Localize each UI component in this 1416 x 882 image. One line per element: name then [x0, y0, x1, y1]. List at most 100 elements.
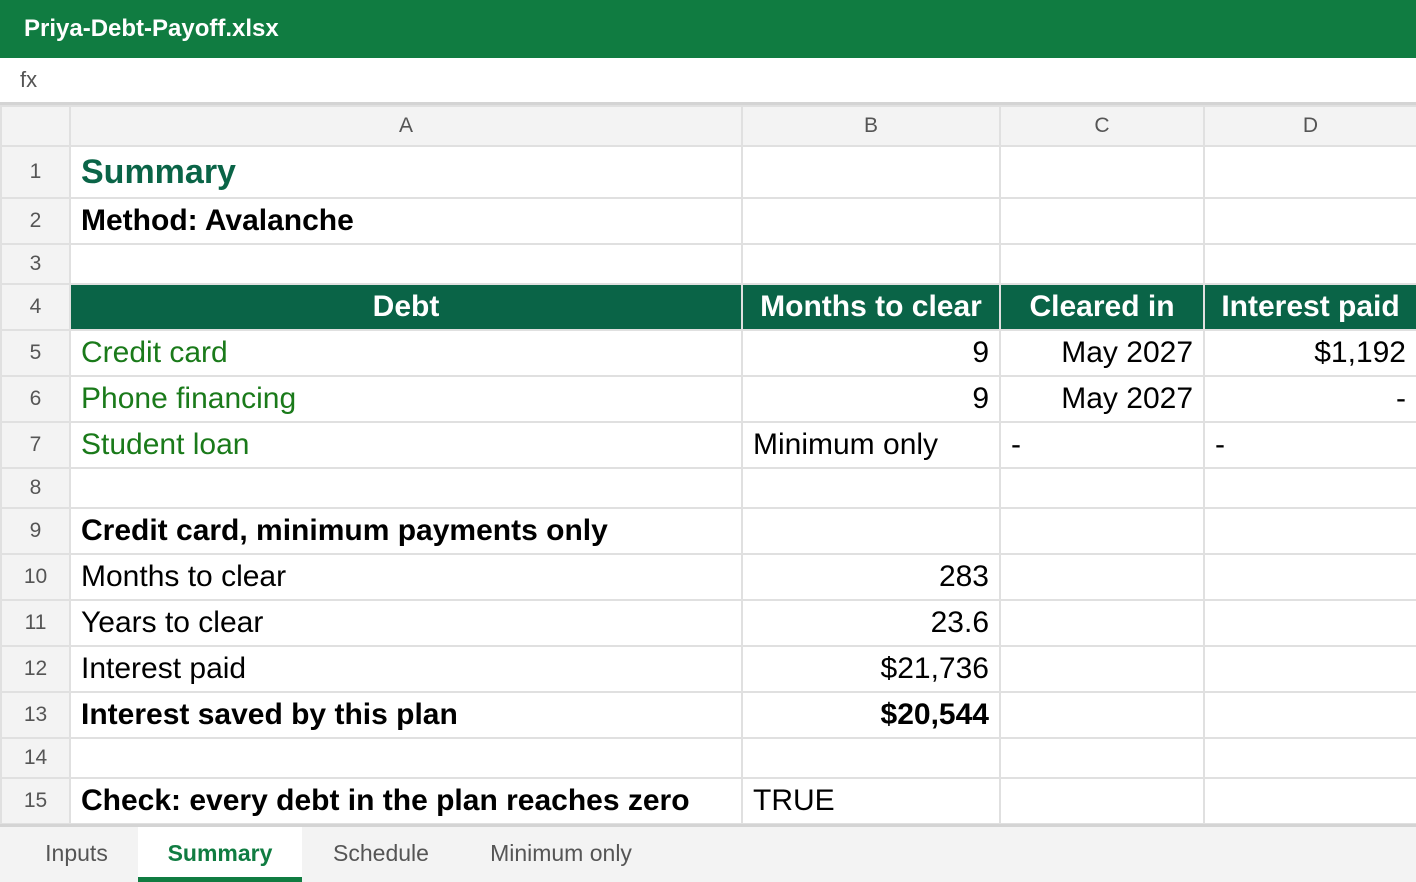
cell-b1[interactable]	[741, 145, 1001, 199]
sheet-tab-schedule[interactable]: Schedule	[302, 827, 460, 882]
row-header[interactable]: 14	[0, 737, 71, 779]
cell-d10[interactable]	[1203, 553, 1416, 601]
cell-c10[interactable]	[999, 553, 1205, 601]
cell-c3[interactable]	[999, 243, 1205, 285]
cell-d12[interactable]	[1203, 645, 1416, 693]
cleared-in-cell[interactable]: May 2027	[999, 375, 1205, 423]
cell-a3[interactable]	[69, 243, 743, 285]
interest-paid-cell[interactable]: -	[1203, 375, 1416, 423]
label-cell[interactable]: Interest paid	[69, 645, 743, 693]
cell-c12[interactable]	[999, 645, 1205, 693]
value-cell[interactable]: 283	[741, 553, 1001, 601]
row-header[interactable]: 13	[0, 691, 71, 739]
cell-c1[interactable]	[999, 145, 1205, 199]
cell-d15[interactable]	[1203, 777, 1416, 825]
cell-c11[interactable]	[999, 599, 1205, 647]
value-cell[interactable]: $21,736	[741, 645, 1001, 693]
formula-bar[interactable]: fx	[0, 58, 1416, 105]
sheet-row: 8	[0, 467, 1416, 509]
row-header[interactable]: 3	[0, 243, 71, 285]
row-header[interactable]: 15	[0, 777, 71, 825]
select-all-corner[interactable]	[0, 105, 71, 147]
row-header[interactable]: 6	[0, 375, 71, 423]
row-header[interactable]: 12	[0, 645, 71, 693]
check-label-cell[interactable]: Check: every debt in the plan reaches ze…	[69, 777, 743, 825]
months-to-clear-cell[interactable]: 9	[741, 329, 1001, 377]
cell-d9[interactable]	[1203, 507, 1416, 555]
row-header[interactable]: 11	[0, 599, 71, 647]
interest-paid-cell[interactable]: -	[1203, 421, 1416, 469]
cell-d14[interactable]	[1203, 737, 1416, 779]
value-cell-interest-saved[interactable]: $20,544	[741, 691, 1001, 739]
sheet-row: 14	[0, 737, 1416, 779]
cell-b8[interactable]	[741, 467, 1001, 509]
row-header[interactable]: 8	[0, 467, 71, 509]
row-header[interactable]: 7	[0, 421, 71, 469]
interest-paid-cell[interactable]: $1,192	[1203, 329, 1416, 377]
debt-name-cell[interactable]: Credit card	[69, 329, 743, 377]
cell-a8[interactable]	[69, 467, 743, 509]
row-header[interactable]: 2	[0, 197, 71, 245]
cell-d2[interactable]	[1203, 197, 1416, 245]
cell-b14[interactable]	[741, 737, 1001, 779]
cleared-in-cell[interactable]: -	[999, 421, 1205, 469]
sheet-row: 11 Years to clear 23.6	[0, 599, 1416, 647]
label-cell-interest-saved[interactable]: Interest saved by this plan	[69, 691, 743, 739]
sheet-row: 13 Interest saved by this plan $20,544	[0, 691, 1416, 739]
row-header[interactable]: 4	[0, 283, 71, 331]
table-header-months-to-clear[interactable]: Months to clear	[741, 283, 1001, 331]
column-header-a[interactable]: A	[69, 105, 743, 147]
window-title: Priya-Debt-Payoff.xlsx	[24, 15, 279, 42]
cell-c13[interactable]	[999, 691, 1205, 739]
label-cell[interactable]: Years to clear	[69, 599, 743, 647]
months-to-clear-cell[interactable]: 9	[741, 375, 1001, 423]
cell-a2-method[interactable]: Method: Avalanche	[69, 197, 743, 245]
sheet-row: 1 Summary	[0, 145, 1416, 199]
cell-d11[interactable]	[1203, 599, 1416, 647]
column-header-b[interactable]: B	[741, 105, 1001, 147]
row-header[interactable]: 5	[0, 329, 71, 377]
sheet-row: 9 Credit card, minimum payments only	[0, 507, 1416, 555]
table-row: 5 Credit card 9 May 2027 $1,192	[0, 329, 1416, 377]
cell-b3[interactable]	[741, 243, 1001, 285]
cell-b2[interactable]	[741, 197, 1001, 245]
cell-c15[interactable]	[999, 777, 1205, 825]
cell-a14[interactable]	[69, 737, 743, 779]
months-to-clear-cell[interactable]: Minimum only	[741, 421, 1001, 469]
sheet-row: 4 Debt Months to clear Cleared in Intere…	[0, 283, 1416, 331]
table-header-interest-paid[interactable]: Interest paid	[1203, 283, 1416, 331]
cell-d8[interactable]	[1203, 467, 1416, 509]
spreadsheet-grid: A B C D 1 Summary 2 Method: Avalanche 3 …	[0, 105, 1416, 825]
sheet-tab-bar: Inputs Summary Schedule Minimum only	[0, 824, 1416, 882]
cell-d13[interactable]	[1203, 691, 1416, 739]
label-cell[interactable]: Months to clear	[69, 553, 743, 601]
cell-c9[interactable]	[999, 507, 1205, 555]
cell-c8[interactable]	[999, 467, 1205, 509]
cell-b9[interactable]	[741, 507, 1001, 555]
cell-d3[interactable]	[1203, 243, 1416, 285]
row-header[interactable]: 1	[0, 145, 71, 199]
table-header-cleared-in[interactable]: Cleared in	[999, 283, 1205, 331]
cell-c14[interactable]	[999, 737, 1205, 779]
row-header[interactable]: 9	[0, 507, 71, 555]
sheet-tab-summary[interactable]: Summary	[138, 827, 302, 882]
sheet-row: 3	[0, 243, 1416, 285]
check-value-cell[interactable]: TRUE	[741, 777, 1001, 825]
row-header[interactable]: 10	[0, 553, 71, 601]
column-header-c[interactable]: C	[999, 105, 1205, 147]
cleared-in-cell[interactable]: May 2027	[999, 329, 1205, 377]
value-cell[interactable]: 23.6	[741, 599, 1001, 647]
sheet-row: 10 Months to clear 283	[0, 553, 1416, 601]
section-heading-minimum-only[interactable]: Credit card, minimum payments only	[69, 507, 743, 555]
table-header-debt[interactable]: Debt	[69, 283, 743, 331]
sheet-tab-minimum-only[interactable]: Minimum only	[460, 827, 662, 882]
fx-label: fx	[20, 67, 38, 92]
cell-c2[interactable]	[999, 197, 1205, 245]
debt-name-cell[interactable]: Phone financing	[69, 375, 743, 423]
column-header-d[interactable]: D	[1203, 105, 1416, 147]
debt-name-cell[interactable]: Student loan	[69, 421, 743, 469]
cell-a1-sheet-title[interactable]: Summary	[69, 145, 743, 199]
cell-d1[interactable]	[1203, 145, 1416, 199]
sheet-tab-inputs[interactable]: Inputs	[16, 827, 137, 882]
title-bar: Priya-Debt-Payoff.xlsx	[0, 0, 1416, 58]
